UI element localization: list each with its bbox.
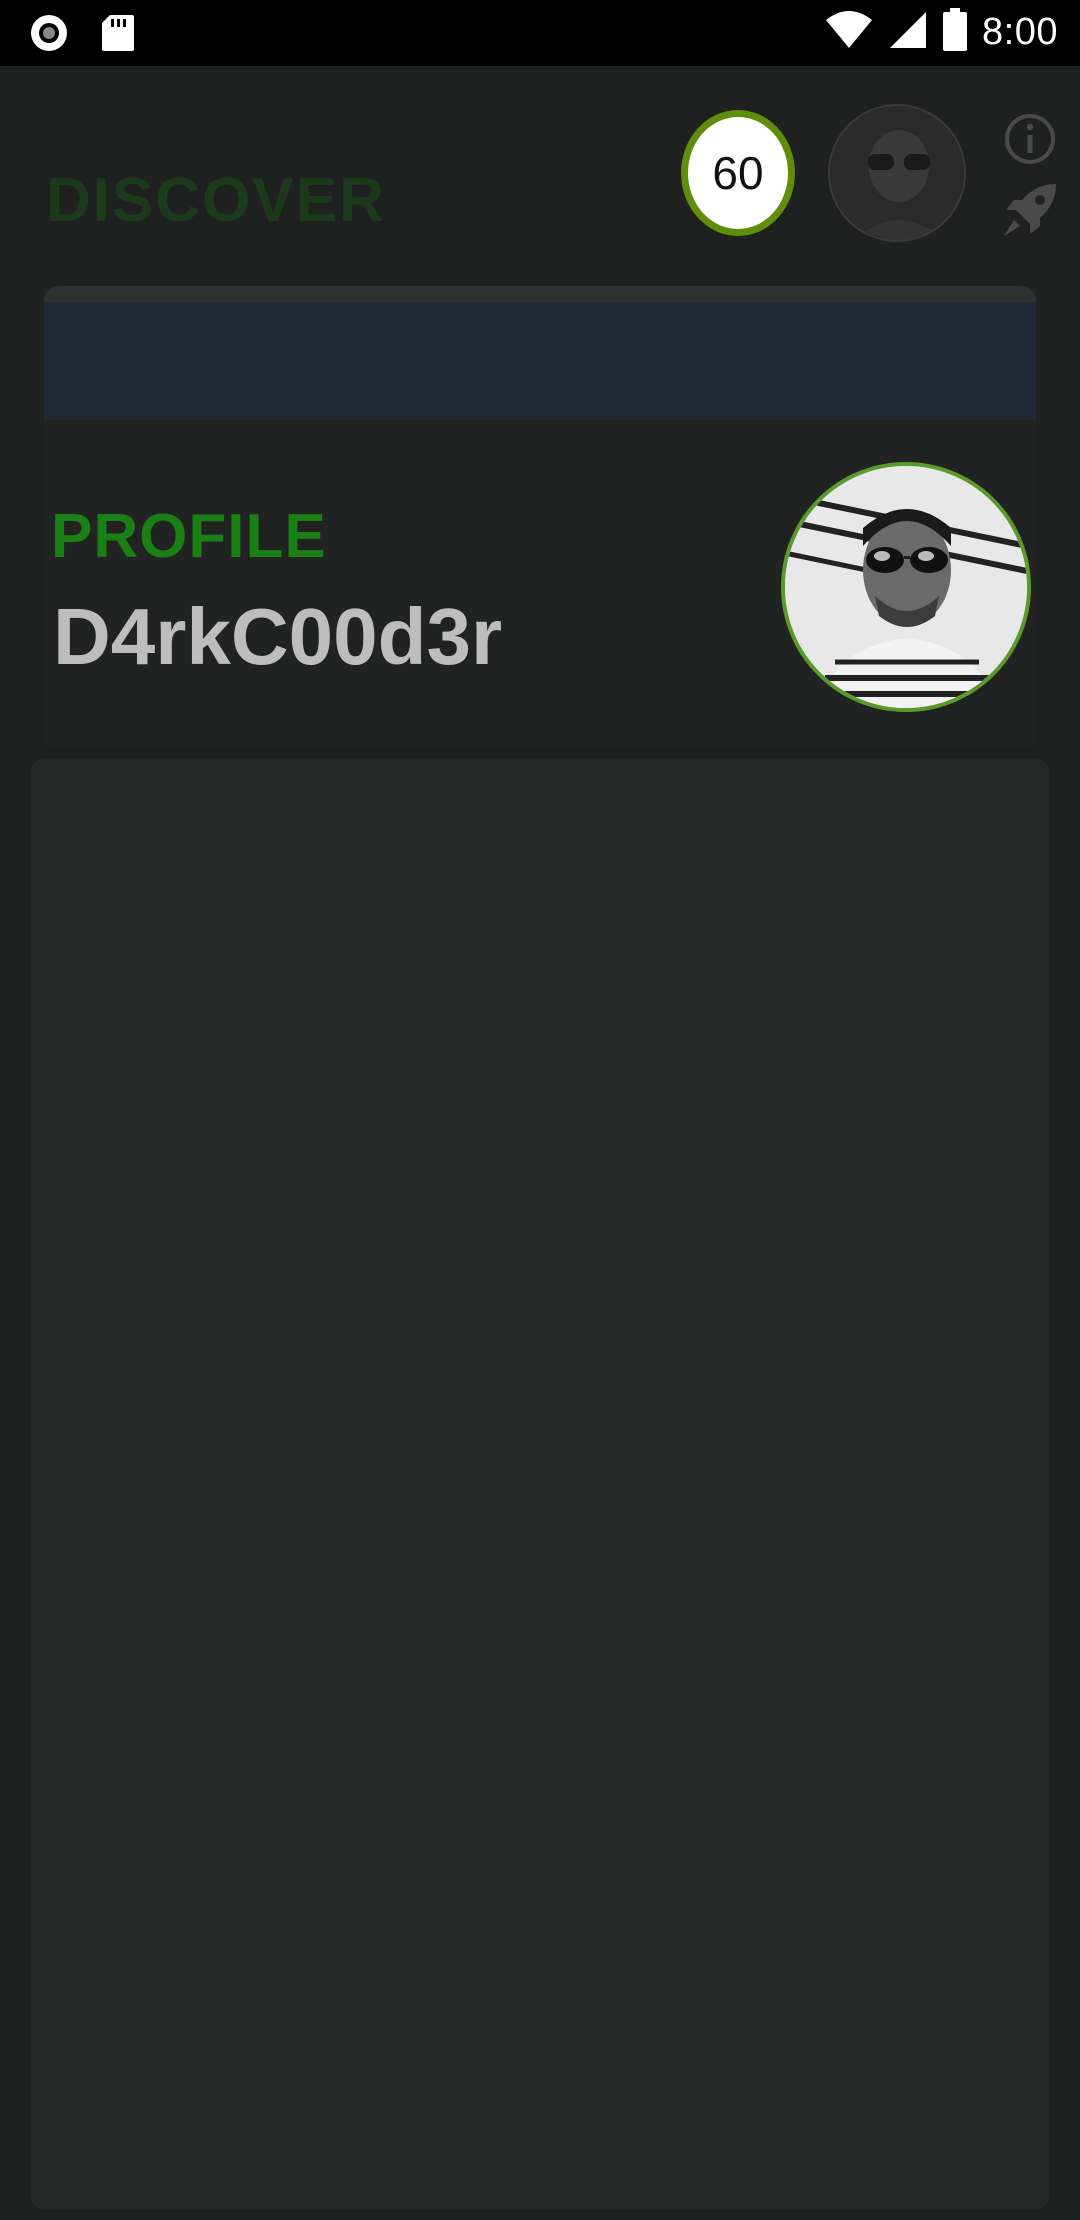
header-avatar[interactable] — [828, 104, 966, 242]
battery-icon — [942, 8, 968, 57]
card-banner — [44, 302, 1036, 420]
profile-card: PROFILE D4rkC00d3r — [44, 286, 1036, 746]
profile-avatar[interactable] — [781, 462, 1031, 712]
cellular-icon — [888, 10, 928, 55]
status-bar: 8:00 — [0, 0, 1080, 66]
status-time: 8:00 — [982, 11, 1058, 53]
sd-card-icon — [100, 13, 136, 58]
username: D4rkC00d3r — [53, 592, 503, 681]
content-panel — [30, 758, 1050, 2210]
rocket-icon[interactable] — [1000, 180, 1060, 240]
points-badge[interactable]: 60 — [681, 110, 795, 236]
profile-label: PROFILE — [51, 502, 327, 571]
page-title: DISCOVER — [46, 166, 386, 235]
card-top-strip — [44, 286, 1036, 302]
record-icon — [28, 12, 70, 59]
info-icon[interactable] — [1003, 112, 1057, 166]
screen: 8:00 DISCOVER 60 PROFILE D4rkC00d3r — [0, 0, 1080, 2220]
wifi-icon — [824, 10, 874, 55]
